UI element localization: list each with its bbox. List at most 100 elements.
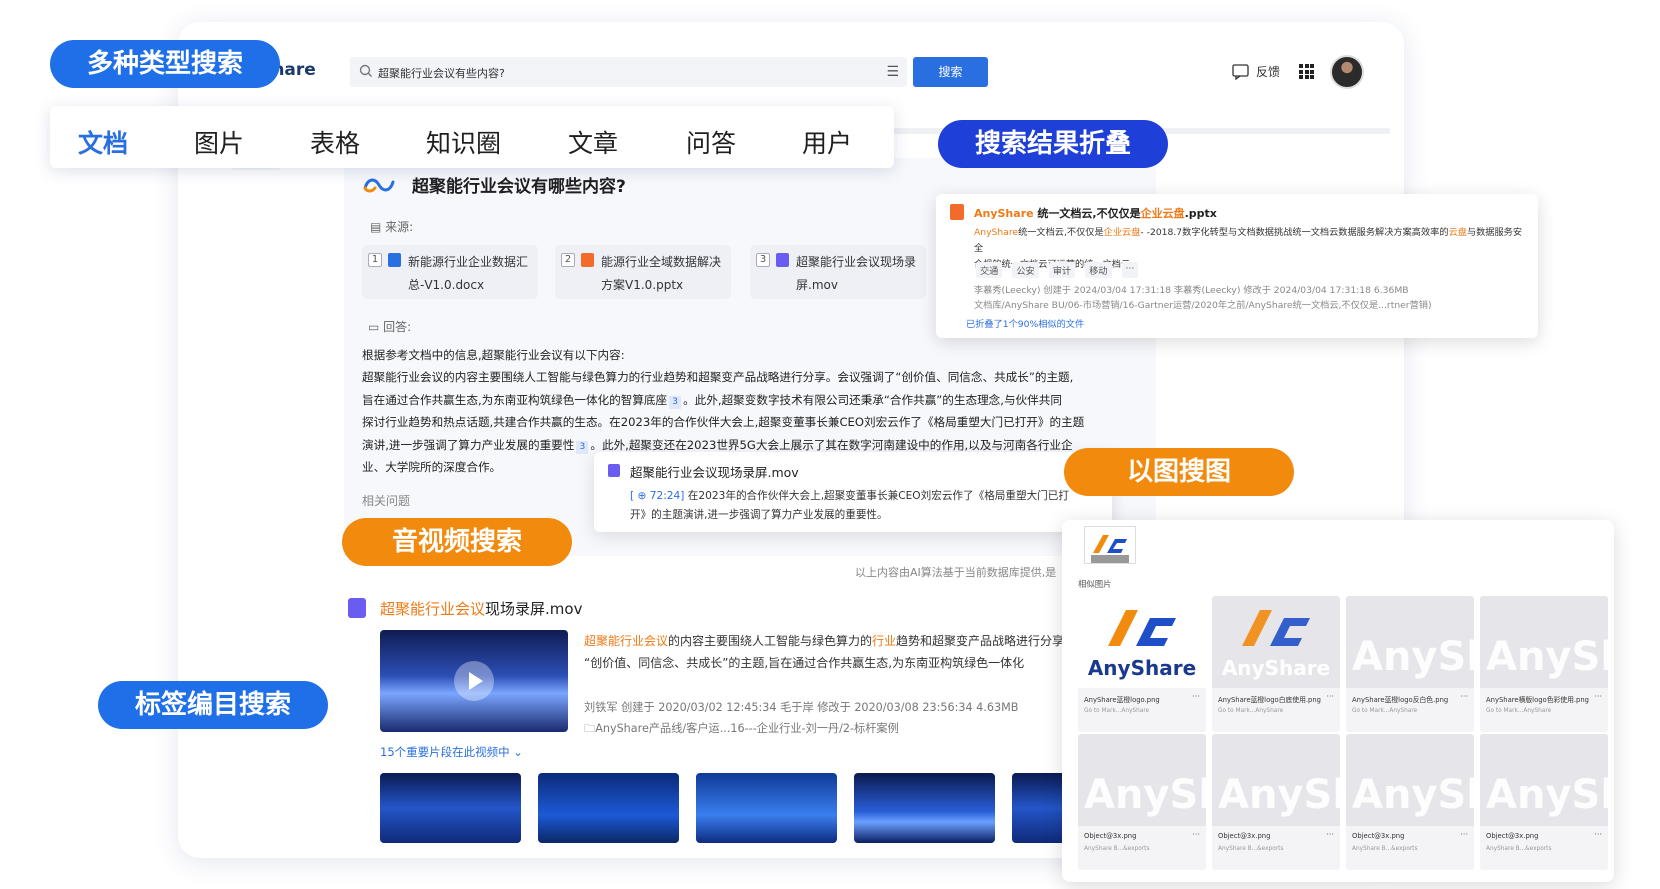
source-title: 屏.mov	[796, 278, 838, 292]
video-segments-toggle[interactable]: 15个重要片段在此视频中 ⌄	[380, 744, 523, 760]
citation-popup[interactable]: 超聚能行业会议现场录屏.mov [ ⊕ 72:24] 在2023年的合作伙伴大会…	[594, 452, 1112, 532]
watermark-text: AnySh	[1486, 634, 1608, 680]
image-path: AnyShare B...&exports	[1218, 846, 1284, 852]
image-thumbnail: AnySh	[1078, 734, 1206, 826]
citation-badge[interactable]: 3	[576, 440, 589, 454]
more-options-icon[interactable]: ···	[1326, 830, 1334, 839]
ai-question: 超聚能行业会议有哪些内容?	[412, 177, 626, 197]
folder-icon: 🗀	[584, 722, 596, 735]
image-thumbnail: AnyShare	[1346, 596, 1474, 688]
more-tags[interactable]: ···	[1121, 262, 1139, 278]
watermark-text: AnySh	[1084, 772, 1206, 818]
video-segment-thumbnail[interactable]	[696, 773, 837, 843]
sources-label: ▤ 来源:	[370, 220, 414, 234]
image-thumbnail: AnySh	[1346, 734, 1474, 826]
tab-tables[interactable]: 表格	[310, 124, 360, 160]
more-options-icon[interactable]: ···	[1326, 692, 1334, 701]
source-title: 能源行业全域数据解决	[601, 255, 722, 269]
more-options-icon[interactable]: ···	[1460, 830, 1468, 839]
anyshare-logo-icon	[1091, 535, 1129, 563]
search-button[interactable]: 搜索	[913, 57, 988, 87]
fold-title[interactable]: AnyShare 统一文档云,不仅仅是企业云盘.pptx	[974, 205, 1217, 221]
tag-chip[interactable]: 审计	[1048, 262, 1076, 278]
tab-qa[interactable]: 问答	[686, 124, 736, 160]
image-path: Go to Mark...AnyShare	[1486, 708, 1552, 714]
image-filename: Object@3x.png	[1352, 832, 1405, 840]
feature-label-multi-type: 多种类型搜索	[50, 40, 280, 88]
fold-meta: 李慕秀(Leecky) 创建于 2024/03/04 17:31:18 李慕秀(…	[974, 285, 1409, 296]
feature-label-tag: 标签编目搜索	[98, 681, 328, 729]
image-path: AnyShare B...&exports	[1486, 846, 1552, 852]
image-result-tile[interactable]: AnySh Object@3x.png AnyShare B...&exports ·…	[1212, 734, 1340, 870]
tab-images[interactable]: 图片	[194, 124, 244, 160]
source-title: 总-V1.0.docx	[408, 278, 485, 292]
feature-label-fold: 搜索结果折叠	[938, 120, 1168, 168]
source-card[interactable]: 1 新能源行业企业数据汇 总-V1.0.docx	[362, 245, 538, 299]
tag-chip[interactable]: 移动	[1085, 262, 1112, 278]
image-result-tile[interactable]: AnySh AnyShare横版logo色彩使用.png Go to Mark...…	[1480, 596, 1608, 732]
apps-grid-icon[interactable]	[1299, 64, 1314, 79]
search-input[interactable]: 超聚能行业会议有些内容? ☰	[350, 57, 907, 87]
tab-knowledge[interactable]: 知识圈	[426, 124, 501, 160]
source-card[interactable]: 2 能源行业全域数据解决 方案V1.0.pptx	[555, 245, 731, 299]
citation-badge[interactable]: 3	[669, 395, 682, 409]
result-meta: 刘铁军 创建于 2020/03/02 12:45:34 毛于岸 修改于 2020…	[584, 701, 1019, 735]
image-result-tile[interactable]: AnySh Object@3x.png AnyShare B...&exports ·…	[1078, 734, 1206, 870]
timestamp-link[interactable]: [ ⊕ 72:24]	[630, 490, 684, 502]
image-result-tile[interactable]: AnyShare AnyShare蓝橙logo反白色.png Go to Mark.…	[1346, 596, 1474, 732]
source-title: 方案V1.0.pptx	[601, 278, 684, 292]
image-path: Go to Mark...AnyShare	[1084, 708, 1150, 714]
source-card[interactable]: 3 超聚能行业会议现场录 屏.mov	[750, 245, 926, 299]
source-number: 2	[561, 253, 575, 267]
query-image[interactable]	[1084, 526, 1136, 564]
feedback-button[interactable]: 反馈	[1232, 63, 1280, 80]
image-thumbnail: AnyShare	[1078, 596, 1206, 688]
result-title[interactable]: 超聚能行业会议现场录屏.mov	[380, 598, 582, 619]
tab-users[interactable]: 用户	[802, 124, 852, 160]
video-segment-thumbnail[interactable]	[854, 773, 995, 843]
image-result-tile[interactable]: AnyShare AnyShare蓝橙logo.png Go to Mark...A…	[1078, 596, 1206, 732]
image-thumbnail: AnyShare	[1212, 596, 1340, 688]
video-segment-thumbnail[interactable]	[538, 773, 679, 843]
tab-documents[interactable]: 文档	[78, 124, 128, 160]
pptx-icon	[581, 253, 594, 267]
more-options-icon[interactable]: ···	[1460, 692, 1468, 701]
folded-files-link[interactable]: 已折叠了1个90%相似的文件	[966, 316, 1084, 330]
ai-logo-icon	[363, 178, 395, 193]
watermark-text: AnyShare	[1352, 634, 1474, 680]
image-filename: AnyShare蓝橙logo.png	[1084, 696, 1160, 704]
video-thumbnail[interactable]	[380, 630, 568, 732]
video-segment-thumbnail[interactable]	[380, 773, 521, 843]
image-path: AnyShare B...&exports	[1352, 846, 1418, 852]
more-options-icon[interactable]: ···	[1192, 830, 1200, 839]
image-result-tile[interactable]: AnySh Object@3x.png AnyShare B...&exports ·…	[1480, 734, 1608, 870]
video-file-icon	[608, 464, 620, 477]
image-result-tile[interactable]: AnyShare AnyShare蓝橙logo白底使用.png Go to Mark…	[1212, 596, 1340, 732]
more-options-icon[interactable]: ···	[1594, 830, 1602, 839]
logo-text: AnyShare	[1087, 656, 1197, 680]
filter-icon[interactable]: ☰	[886, 64, 899, 80]
feature-label-av: 音视频搜索	[342, 518, 572, 566]
image-path: Go to Mark...AnyShare	[1352, 708, 1418, 714]
pptx-icon	[950, 204, 964, 220]
tab-articles[interactable]: 文章	[568, 124, 618, 160]
ai-disclaimer: 以上内容由AI算法基于当前数据库提供,是	[855, 566, 1057, 579]
video-file-icon	[348, 598, 366, 618]
avatar[interactable]	[1330, 55, 1364, 89]
play-icon[interactable]	[454, 661, 494, 701]
search-type-tabs: 文档 图片 表格 知识圈 文章 问答 用户	[50, 106, 894, 168]
video-file-icon	[776, 253, 789, 267]
image-search-panel: 相似图片 AnyShare AnyShare蓝橙logo.png Go to Mar…	[1062, 520, 1614, 882]
image-filename: Object@3x.png	[1084, 832, 1137, 840]
image-result-tile[interactable]: AnySh Object@3x.png AnyShare B...&exports ·…	[1346, 734, 1474, 870]
more-options-icon[interactable]: ···	[1192, 692, 1200, 701]
tag-chip[interactable]: 交通	[976, 262, 1003, 278]
folded-result-card[interactable]: AnyShare 统一文档云,不仅仅是企业云盘.pptx AnyShare统一文…	[936, 194, 1538, 338]
tag-chip[interactable]: 公安	[1012, 262, 1039, 278]
image-thumbnail: AnySh	[1480, 596, 1608, 688]
tag-list: 交通 公安 审计 移动 ···	[976, 262, 1139, 278]
image-filename: AnyShare横版logo色彩使用.png	[1486, 696, 1589, 704]
watermark-text: AnySh	[1486, 772, 1608, 818]
more-options-icon[interactable]: ···	[1594, 692, 1602, 701]
watermark-text: AnySh	[1352, 772, 1474, 818]
